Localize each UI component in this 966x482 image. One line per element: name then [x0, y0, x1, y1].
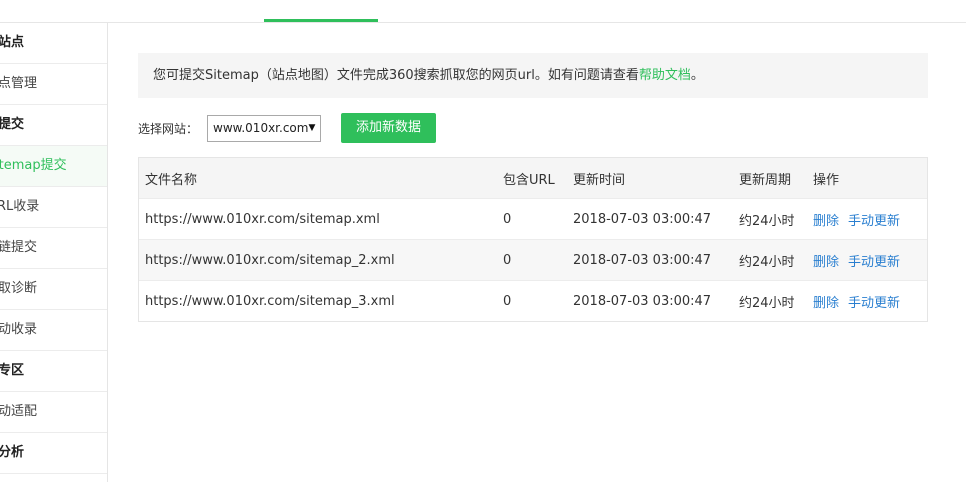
cell-actions: 删除 手动更新 [813, 251, 927, 270]
sidebar-item-label: 链提交 [0, 240, 38, 255]
manual-update-link[interactable]: 手动更新 [848, 214, 900, 229]
sidebar-item-url-indexing[interactable]: RL收录 [0, 187, 107, 228]
add-new-data-button[interactable]: 添加新数据 [341, 113, 437, 143]
help-doc-link[interactable]: 帮助文档 [639, 68, 691, 83]
header-actions: 操作 [813, 172, 840, 188]
cell-urls: 0 [503, 252, 512, 268]
top-tab-bar [0, 0, 966, 23]
sidebar-group-zone[interactable]: 专区 [0, 351, 107, 392]
active-tab-indicator [264, 19, 378, 22]
cell-actions: 删除 手动更新 [813, 210, 927, 229]
table-row: https://www.010xr.com/sitemap_3.xml 0 20… [139, 281, 927, 321]
sidebar-item-label: 分析 [0, 445, 25, 460]
sidebar-item-label: 取诊断 [0, 281, 38, 296]
sidebar-item-label: 站点 [0, 35, 25, 50]
cell-period: 约24小时 [739, 213, 795, 229]
sidebar: 站点 点管理 提交 itemap提交 RL收录 链提交 取诊断 动收录 专区 动… [0, 23, 108, 482]
manual-update-link[interactable]: 手动更新 [848, 296, 900, 311]
sidebar-item-label: 专区 [0, 363, 25, 378]
delete-link[interactable]: 删除 [813, 296, 839, 311]
sidebar-item-label: itemap提交 [0, 158, 67, 173]
sidebar-item-label: 动适配 [0, 404, 38, 419]
sidebar-group-analysis[interactable]: 分析 [0, 433, 107, 474]
notice-banner: 您可提交Sitemap（站点地图）文件完成360搜索抓取您的网页url。如有问题… [138, 53, 928, 98]
sidebar-item-auto-indexing[interactable]: 动收录 [0, 310, 107, 351]
cell-time: 2018-07-03 03:00:47 [573, 252, 712, 268]
site-select-value: www.010xr.com [213, 121, 309, 135]
sidebar-item-label: RL收录 [0, 199, 40, 214]
manual-update-link[interactable]: 手动更新 [848, 255, 900, 270]
sidebar-item-sitemap-submit[interactable]: itemap提交 [0, 146, 107, 187]
cell-actions: 删除 手动更新 [813, 292, 927, 311]
site-selector-row: 选择网站： www.010xr.com ▼ 添加新数据 [138, 113, 437, 143]
cell-time: 2018-07-03 03:00:47 [573, 211, 712, 227]
sidebar-item-site-management[interactable]: 点管理 [0, 64, 107, 105]
sidebar-item-link-submit[interactable]: 链提交 [0, 228, 107, 269]
sidebar-item-label: 点管理 [0, 76, 38, 91]
notice-end: 。 [690, 68, 704, 83]
table-row: https://www.010xr.com/sitemap.xml 0 2018… [139, 199, 927, 240]
sidebar-group-site[interactable]: 站点 [0, 23, 107, 64]
notice-text: 您可提交Sitemap（站点地图）文件完成360搜索抓取您的网页url。如有问题… [153, 68, 639, 83]
header-update-period: 更新周期 [739, 172, 792, 188]
delete-link[interactable]: 删除 [813, 214, 839, 229]
site-select-label: 选择网站： [138, 121, 199, 136]
cell-period: 约24小时 [739, 254, 795, 270]
sidebar-item-label: 提交 [0, 117, 25, 132]
table-header-row: 文件名称 包含URL 更新时间 更新周期 操作 [139, 158, 927, 199]
cell-urls: 0 [503, 211, 512, 227]
sidebar-item-label: 动收录 [0, 322, 38, 337]
chevron-down-icon: ▼ [308, 123, 316, 133]
delete-link[interactable]: 删除 [813, 255, 839, 270]
sidebar-item-mobile-adapt[interactable]: 动适配 [0, 392, 107, 433]
cell-urls: 0 [503, 293, 512, 309]
cell-period: 约24小时 [739, 295, 795, 311]
cell-file: https://www.010xr.com/sitemap_3.xml [145, 293, 395, 309]
header-url-count: 包含URL [503, 172, 555, 188]
sitemap-table: 文件名称 包含URL 更新时间 更新周期 操作 https://www.010x… [138, 157, 928, 322]
sidebar-group-submit[interactable]: 提交 [0, 105, 107, 146]
sidebar-item-crawl-diagnosis[interactable]: 取诊断 [0, 269, 107, 310]
header-update-time: 更新时间 [573, 172, 626, 188]
cell-file: https://www.010xr.com/sitemap_2.xml [145, 252, 395, 268]
table-row: https://www.010xr.com/sitemap_2.xml 0 20… [139, 240, 927, 281]
cell-time: 2018-07-03 03:00:47 [573, 293, 712, 309]
header-file-name: 文件名称 [145, 172, 198, 188]
cell-file: https://www.010xr.com/sitemap.xml [145, 211, 380, 227]
site-select-dropdown[interactable]: www.010xr.com ▼ [207, 114, 322, 142]
